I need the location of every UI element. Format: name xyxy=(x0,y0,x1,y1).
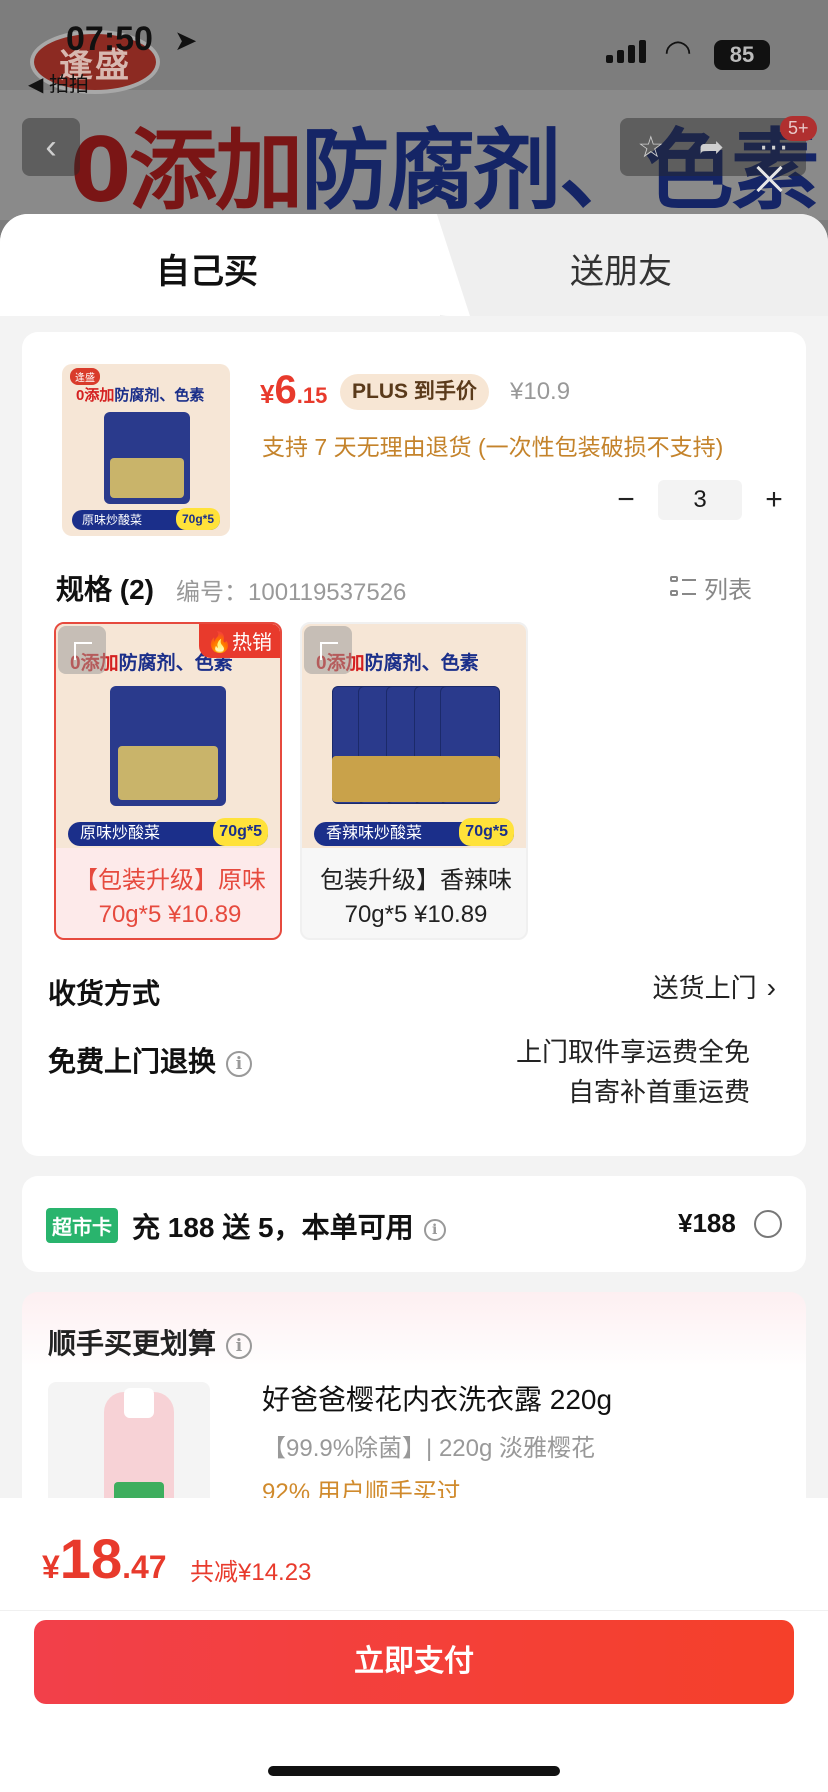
location-arrow-icon: ➤ xyxy=(174,25,198,56)
variant-spicy[interactable]: 0添加防腐剂、色素 香辣味炒酸菜70g*5 包装升级】香辣味 70g*5 ¥10… xyxy=(300,622,528,940)
hot-sale-badge: 🔥热销 xyxy=(199,624,280,658)
package-image xyxy=(110,686,226,806)
info-icon[interactable]: i xyxy=(226,1332,253,1359)
expand-image-icon[interactable] xyxy=(58,626,106,674)
product-code: 编号：100119537526 xyxy=(176,579,407,606)
cellular-signal-icon xyxy=(606,40,646,63)
wifi-icon: ◠ xyxy=(664,33,692,69)
return-policy-note: 支持 7 天无理由退货 (一次性包装破损不支持) xyxy=(262,434,724,460)
close-icon[interactable] xyxy=(752,162,786,196)
minus-button[interactable]: − xyxy=(606,480,646,520)
pay-now-button[interactable]: 立即支付 xyxy=(34,1620,794,1704)
thumb-title: 0添加防腐剂、色素 xyxy=(76,387,205,404)
checkout-footer: ¥18.47 共减¥14.23 立即支付 xyxy=(0,1498,828,1792)
tab-buy-self-label[interactable]: 自己买 xyxy=(156,244,258,293)
upsell-title: 顺手买更划算 i xyxy=(48,1322,253,1362)
chevron-right-icon: › xyxy=(766,972,776,1003)
total-discount: 共减¥14.23 xyxy=(190,1559,312,1586)
home-indicator[interactable] xyxy=(268,1766,560,1776)
variant-label: 包装升级】香辣味 70g*5 ¥10.89 xyxy=(320,867,512,928)
plus-button[interactable]: + xyxy=(754,480,794,520)
free-return-row: 免费上门退换 i xyxy=(48,1040,253,1080)
delivery-label: 收货方式 xyxy=(48,978,161,1009)
supermarket-card-offer[interactable]: 超市卡 充 188 送 5，本单可用 i ¥188 xyxy=(22,1176,806,1272)
supermarket-price: ¥188 xyxy=(678,1208,736,1238)
supermarket-offer-text: 充 188 送 5，本单可用 i xyxy=(132,1206,446,1246)
spec-title: 规格 (2) xyxy=(56,574,155,605)
cart-count-badge: 5+ xyxy=(780,116,817,141)
product-card: 逢盛 0添加防腐剂、色素 原味炒酸菜 70g*5 ¥6.15 PLUS 到手价 ¥… xyxy=(22,332,806,1156)
delivery-method[interactable]: 送货上门 › xyxy=(653,968,776,1008)
quantity-input[interactable]: 3 xyxy=(658,480,742,520)
thumb-band: 原味炒酸菜 70g*5 xyxy=(72,508,220,530)
plus-price: ¥6.15 xyxy=(260,368,328,412)
product-thumbnail: 逢盛 0添加防腐剂、色素 原味炒酸菜 70g*5 xyxy=(62,364,230,536)
upsell-item-name[interactable]: 好爸爸樱花内衣洗衣露 220g xyxy=(262,1378,612,1418)
back-to-app-link[interactable]: ◀ 拍拍 xyxy=(28,68,89,97)
brand-logo: 逢盛 xyxy=(70,368,100,385)
status-bar: 07:50 ➤ ◀ 拍拍 ◠ 85 xyxy=(0,0,828,96)
tab-bar: 自己买 送朋友 xyxy=(0,214,828,316)
package-image xyxy=(104,412,190,504)
info-icon[interactable]: i xyxy=(423,1218,446,1241)
total-price: ¥18.47 xyxy=(42,1527,167,1590)
status-time: 07:50 xyxy=(66,20,153,58)
variant-label: 【包装升级】原味 70g*5 ¥10.89 xyxy=(74,867,266,928)
package-image xyxy=(332,686,500,806)
back-icon[interactable]: ‹ xyxy=(22,118,80,176)
battery-icon: 85 xyxy=(714,40,770,70)
supermarket-badge: 超市卡 xyxy=(46,1208,118,1243)
tab-gift-friend[interactable]: 送朋友 xyxy=(570,244,672,293)
list-view-toggle[interactable]: 列表 xyxy=(670,570,752,605)
share-icon[interactable]: ➦ xyxy=(699,130,724,165)
upsell-item-desc: 【99.9%除菌】| 220g 淡雅樱花 xyxy=(262,1435,596,1462)
divider xyxy=(0,1610,828,1611)
expand-image-icon[interactable] xyxy=(304,626,352,674)
variant-original[interactable]: 0添加防腐剂、色素 原味炒酸菜70g*5 🔥热销 【包装升级】原味 70g*5 … xyxy=(54,622,282,940)
supermarket-radio[interactable] xyxy=(754,1210,782,1238)
star-icon[interactable]: ☆ xyxy=(637,130,664,165)
list-icon xyxy=(670,575,696,600)
original-price: ¥10.9 xyxy=(510,378,571,405)
quantity-stepper: − 3 + xyxy=(606,480,794,520)
info-icon[interactable]: i xyxy=(226,1050,253,1077)
return-options: 上门取件享运费全免 自寄补首重运费 xyxy=(515,1037,750,1107)
plus-price-tag: PLUS 到手价 xyxy=(340,374,489,410)
